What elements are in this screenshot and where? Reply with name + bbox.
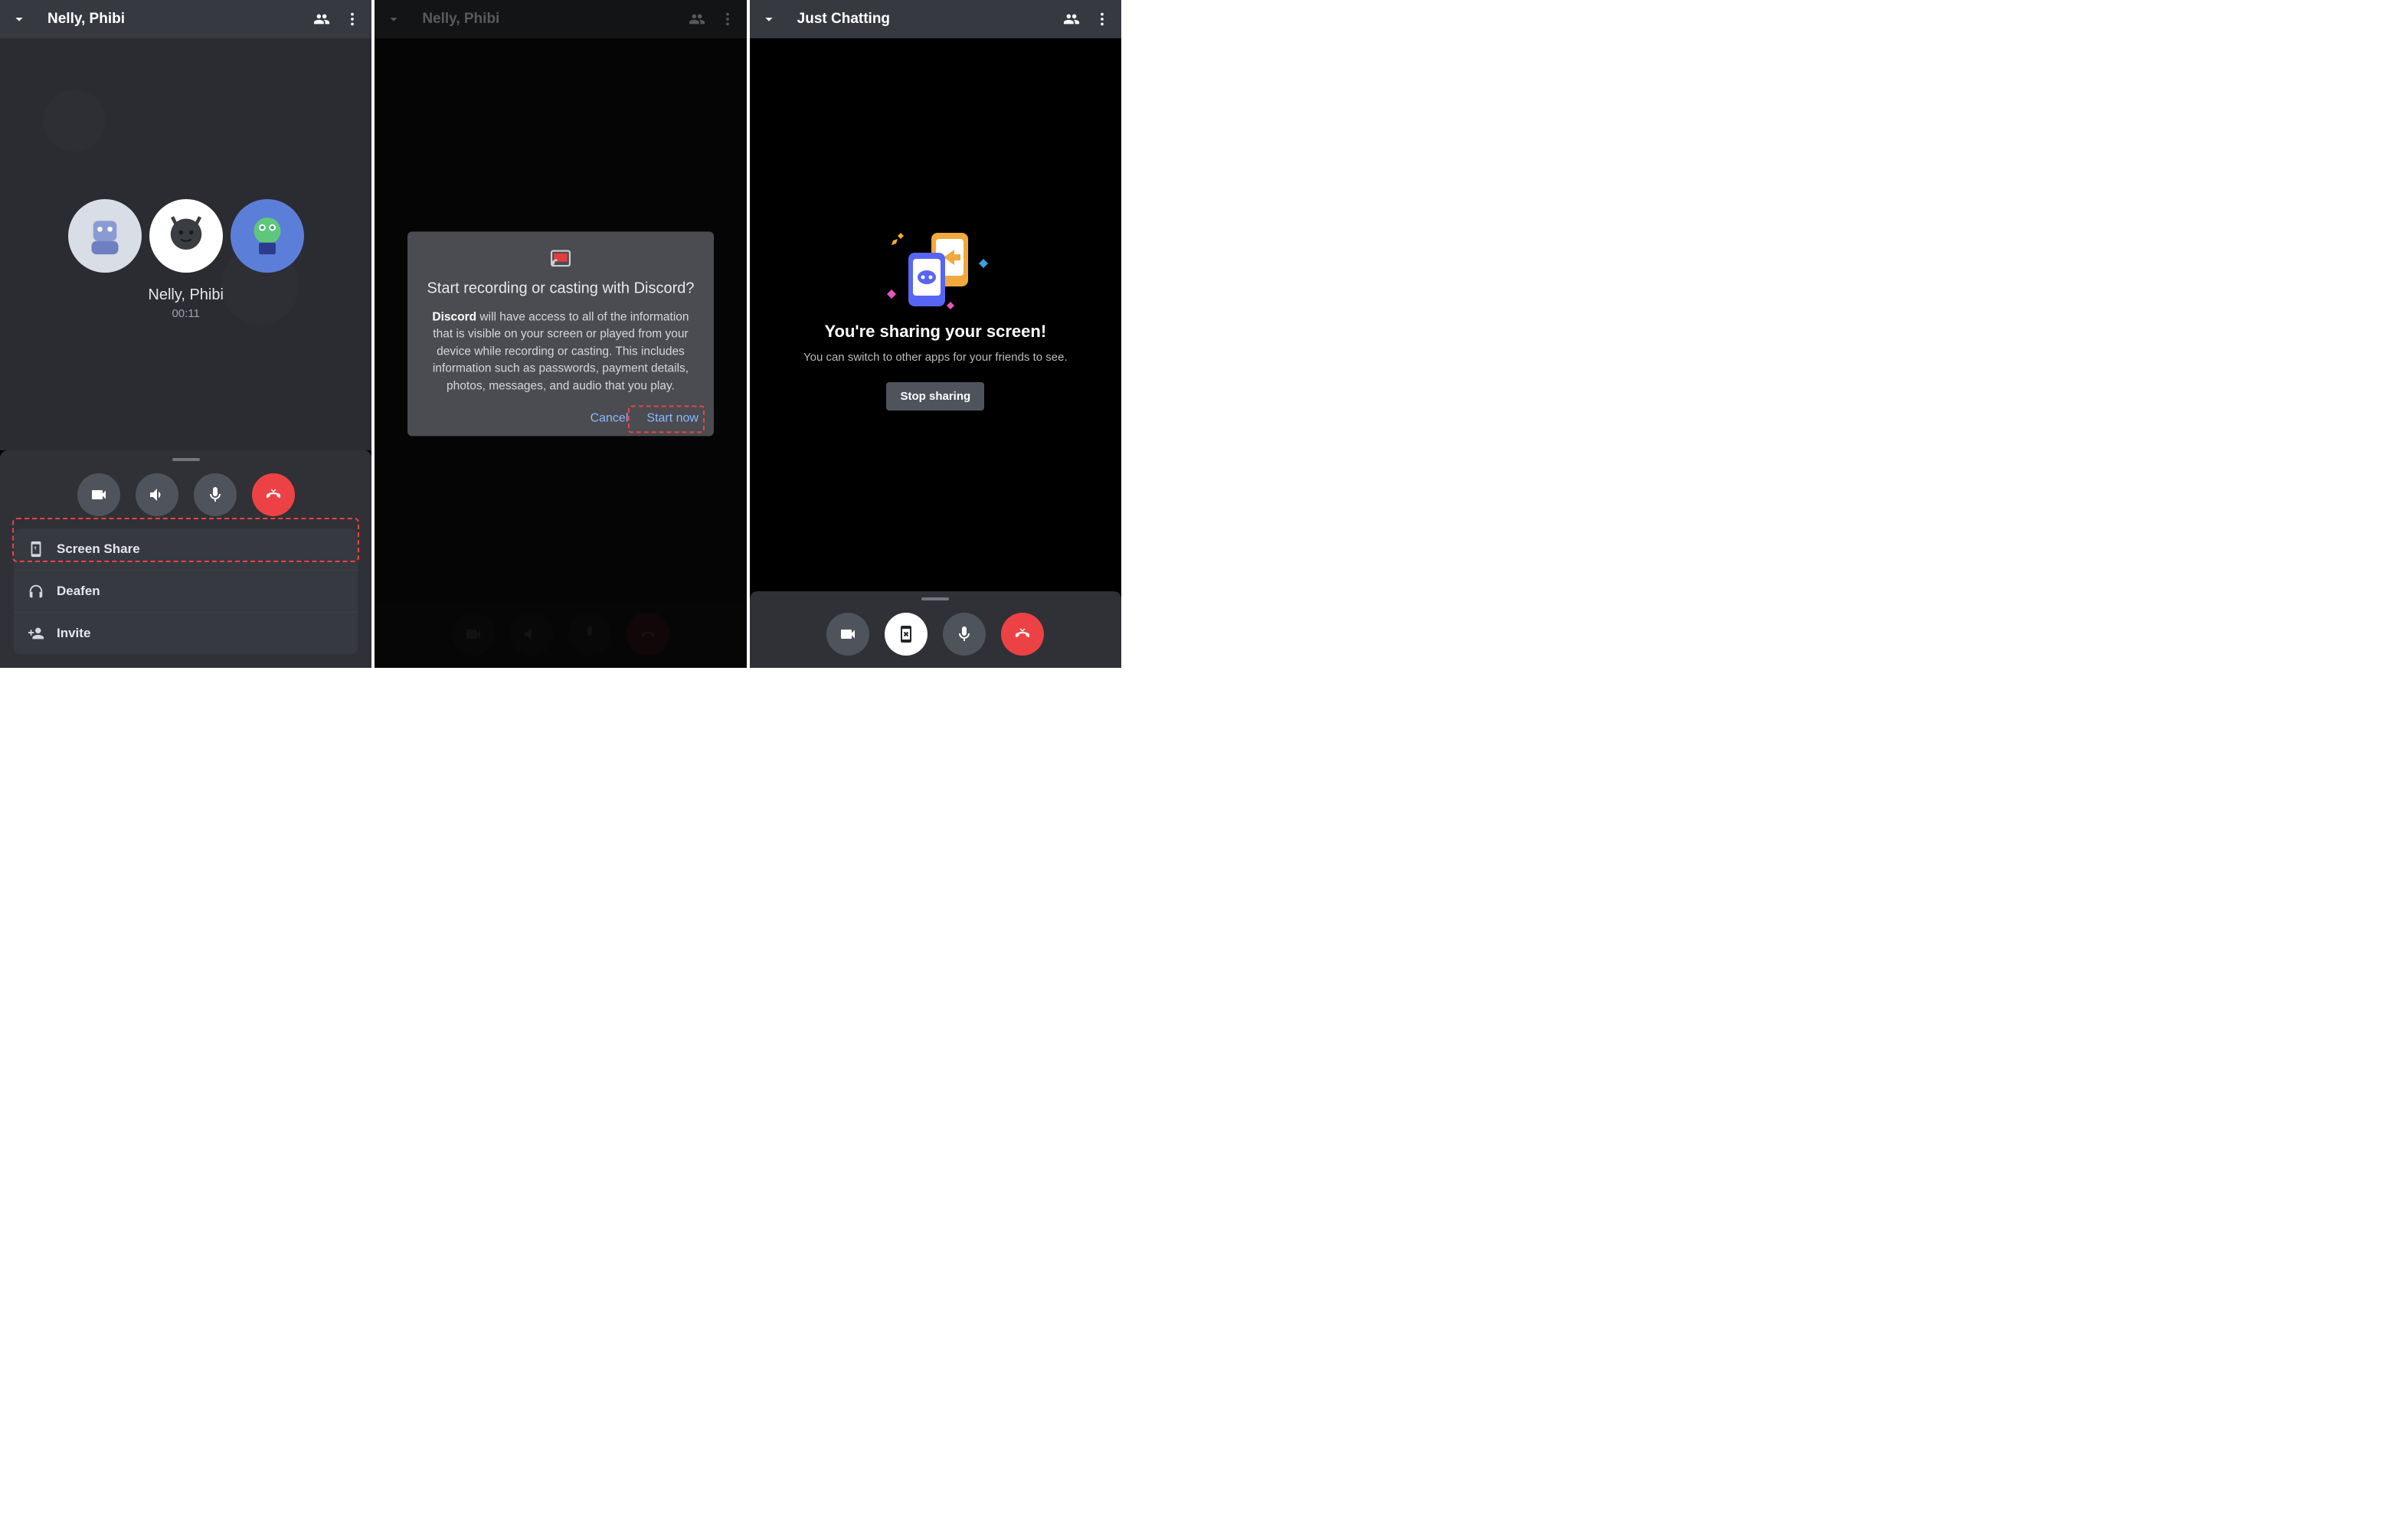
- stop-sharing-button[interactable]: Stop sharing: [886, 382, 984, 411]
- call-controls: [0, 470, 371, 528]
- dialog-actions: Cancel Start now: [423, 412, 699, 426]
- avatar: [149, 199, 223, 273]
- call-area: Nelly, Phibi 00:11: [0, 38, 371, 450]
- members-icon[interactable]: [1063, 11, 1080, 28]
- hangup-button[interactable]: [1001, 613, 1044, 656]
- call-participants-label: Nelly, Phibi: [148, 286, 224, 304]
- screen-share-option[interactable]: Screen Share: [14, 528, 358, 570]
- deafen-label: Deafen: [57, 584, 100, 599]
- avatar: [231, 199, 304, 273]
- avatar: [68, 199, 142, 273]
- call-controls: [750, 610, 1121, 668]
- more-icon[interactable]: [344, 11, 361, 28]
- more-icon: [719, 11, 736, 28]
- header-title: Nelly, Phibi: [47, 11, 299, 28]
- dialog-body: Discord will have access to all of the i…: [423, 309, 699, 394]
- video-button[interactable]: [77, 473, 120, 516]
- sheet-options: Screen Share Deafen Invite: [14, 528, 358, 654]
- avatar-row: [68, 199, 304, 273]
- cancel-button[interactable]: Cancel: [591, 412, 629, 426]
- deafen-option[interactable]: Deafen: [14, 570, 358, 612]
- hangup-button[interactable]: [252, 473, 295, 516]
- mic-button[interactable]: [943, 613, 986, 656]
- start-now-button[interactable]: Start now: [646, 412, 699, 426]
- header-title: Just Chatting: [797, 11, 1049, 28]
- invite-label: Invite: [57, 626, 90, 641]
- speaker-button[interactable]: [136, 473, 178, 516]
- screen-share-label: Screen Share: [57, 541, 140, 557]
- video-button[interactable]: [826, 613, 869, 656]
- dialog-body-bold: Discord: [432, 310, 476, 323]
- header: Nelly, Phibi: [0, 0, 371, 38]
- bottom-sheet: Screen Share Deafen Invite: [0, 450, 371, 668]
- bottom-sheet: [750, 591, 1121, 668]
- members-icon[interactable]: [313, 11, 330, 28]
- sheet-grabber[interactable]: [172, 458, 200, 461]
- collapse-icon: [385, 11, 402, 28]
- sharing-content: You're sharing your screen! You can swit…: [750, 38, 1121, 591]
- sharing-title: You're sharing your screen!: [824, 322, 1046, 342]
- collapse-icon[interactable]: [11, 11, 28, 28]
- cast-permission-dialog: Start recording or casting with Discord?…: [407, 231, 714, 436]
- panel-sharing: Just Chatting You're sharing your screen…: [747, 0, 1121, 668]
- mic-button[interactable]: [194, 473, 237, 516]
- more-icon[interactable]: [1094, 11, 1111, 28]
- screen-share-icon: [28, 541, 44, 558]
- header-title: Nelly, Phibi: [422, 11, 674, 28]
- sharing-subtitle: You can switch to other apps for your fr…: [803, 349, 1068, 365]
- headphones-icon: [28, 583, 44, 600]
- invite-option[interactable]: Invite: [14, 612, 358, 654]
- panel-call: Nelly, Phibi Nelly, Phibi 00:11: [0, 0, 371, 668]
- invite-icon: [28, 625, 44, 642]
- sharing-illustration: [878, 219, 993, 303]
- panel-permission-dialog: Nelly, Phibi Start recording or casting …: [371, 0, 746, 668]
- dialog-title: Start recording or casting with Discord?: [423, 278, 699, 298]
- members-icon: [689, 11, 705, 28]
- header: Just Chatting: [750, 0, 1121, 38]
- sheet-grabber[interactable]: [921, 597, 949, 600]
- cast-icon: [423, 250, 699, 270]
- screenshare-active-button[interactable]: [885, 613, 928, 656]
- call-timer: 00:11: [172, 307, 199, 320]
- collapse-icon[interactable]: [761, 11, 777, 28]
- header: Nelly, Phibi: [375, 0, 746, 38]
